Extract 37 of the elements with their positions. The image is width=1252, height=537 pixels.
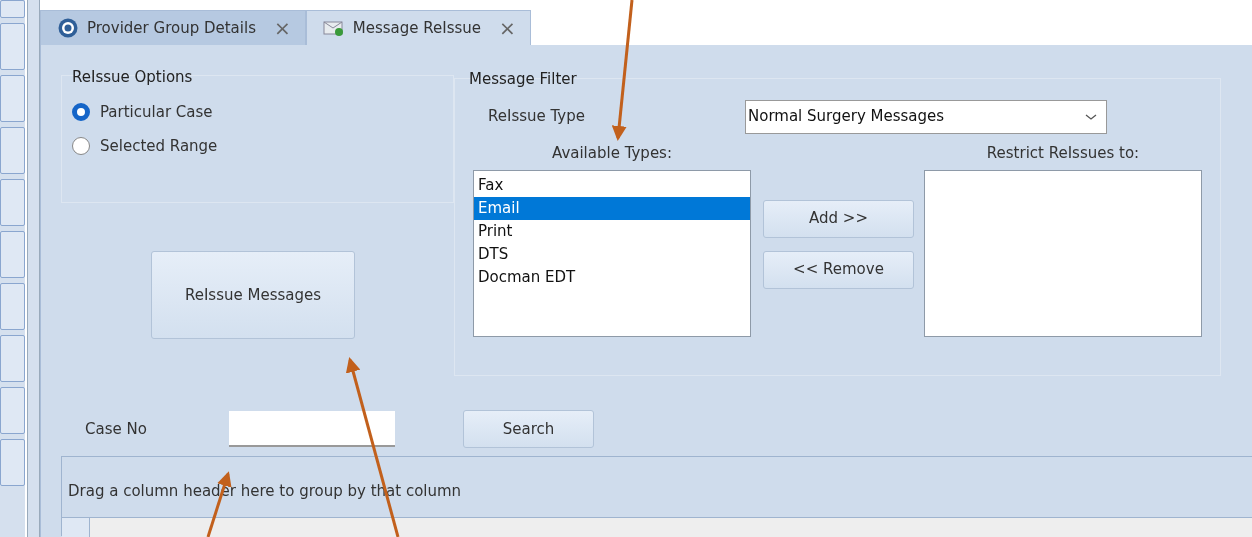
radio-option[interactable]: Selected Range [72, 135, 453, 158]
list-item[interactable]: Docman EDT [474, 266, 750, 289]
reissue-type-dropdown[interactable]: Normal Surgery Messages [745, 99, 1107, 134]
list-item[interactable]: Email [474, 197, 750, 220]
sidebar-button[interactable] [0, 439, 25, 486]
list-item[interactable]: Print [474, 220, 750, 243]
sidebar-button[interactable] [0, 23, 25, 70]
group-title: ReIssue Options [72, 67, 194, 88]
list-label: Available Types: [552, 143, 672, 162]
case-no-field[interactable] [229, 411, 395, 447]
sidebar-button[interactable] [0, 75, 25, 122]
list-label: Restrict ReIssues to: [986, 143, 1140, 162]
sidebar-button[interactable] [0, 0, 25, 18]
sidebar-button[interactable] [0, 127, 25, 174]
sidebar-button[interactable] [0, 231, 25, 278]
group-title: Message Filter [469, 69, 578, 90]
field-label: ReIssue Type [487, 106, 586, 128]
reissue-messages-button[interactable]: ReIssue Messages [151, 251, 355, 339]
close-icon[interactable]: × [273, 18, 291, 38]
sidebar-button[interactable] [0, 283, 25, 330]
radio-button[interactable] [72, 137, 90, 156]
tab[interactable]: Provider Group Details × [40, 10, 306, 45]
close-icon[interactable]: × [499, 18, 516, 38]
list-item[interactable]: Fax [474, 174, 750, 197]
sidebar-button[interactable] [0, 335, 25, 382]
field-label: Case No [84, 418, 148, 440]
envelope-icon [322, 19, 345, 37]
sidebar-button[interactable] [0, 179, 25, 226]
list-item[interactable]: DTS [474, 243, 750, 266]
circle-icon [57, 17, 79, 39]
radio-option[interactable]: Particular Case [72, 100, 453, 123]
search-button[interactable]: Search [463, 410, 594, 448]
tab[interactable]: Message ReIssue × [305, 10, 531, 45]
sidebar-button[interactable] [0, 387, 25, 434]
radio-button[interactable] [72, 102, 90, 121]
remove-button[interactable]: << Remove [763, 250, 914, 289]
add-button[interactable]: Add >> [763, 199, 914, 238]
